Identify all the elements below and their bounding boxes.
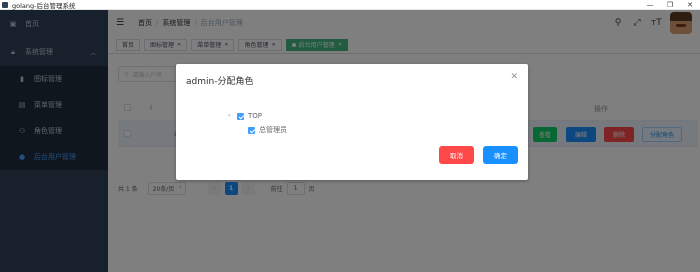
tree-node-child[interactable]: 总管理员 — [228, 124, 287, 136]
confirm-button[interactable]: 确定 — [483, 146, 518, 164]
caret-down-icon[interactable]: ▾ — [228, 113, 235, 119]
tree-node-label: TOP — [248, 112, 263, 120]
dialog-title: admin-分配角色 — [186, 77, 254, 87]
window-controls: — ❐ ✕ — [640, 1, 700, 9]
tree-checkbox[interactable] — [248, 126, 255, 134]
tree-node-label: 总管理员 — [259, 126, 287, 134]
tree-node-root[interactable]: ▾ TOP — [228, 110, 287, 122]
window-title: golang-后台管理系统 — [12, 1, 76, 10]
tree-checkbox[interactable] — [237, 112, 244, 120]
close-icon[interactable]: ✕ — [510, 72, 518, 82]
window-titlebar: golang-后台管理系统 — ❐ ✕ — [0, 0, 700, 10]
close-button[interactable]: ✕ — [680, 1, 700, 9]
role-tree: ▾ TOP 总管理员 — [228, 110, 287, 136]
maximize-button[interactable]: ❐ — [660, 1, 680, 9]
cancel-button[interactable]: 取消 — [439, 146, 474, 164]
app-icon — [2, 1, 8, 8]
minimize-button[interactable]: — — [640, 1, 660, 9]
assign-role-dialog: admin-分配角色 ✕ ▾ TOP 总管理员 取消 确定 — [176, 64, 528, 180]
